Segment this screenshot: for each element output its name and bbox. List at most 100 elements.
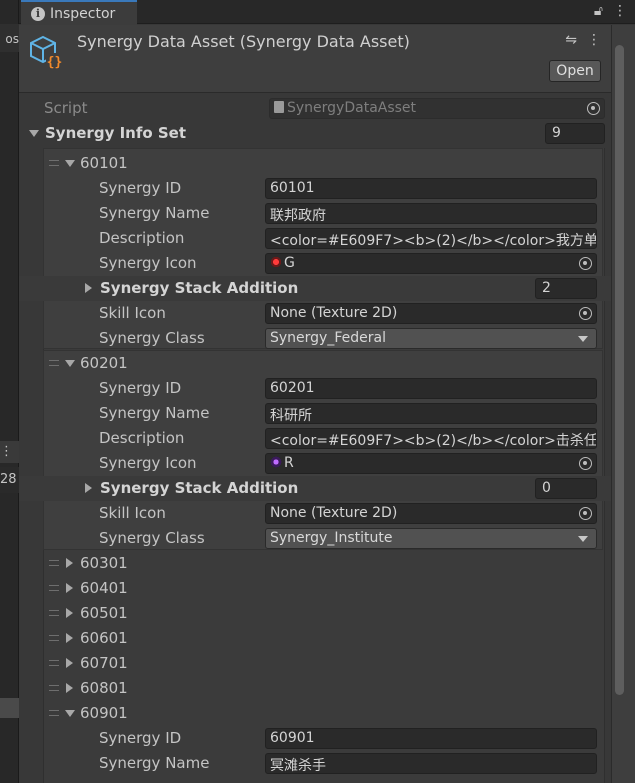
field-label: Skill Icon [99,504,166,522]
list-item[interactable]: 60401 [19,576,611,601]
element-key: 60901 [80,704,128,722]
script-field[interactable]: SynergyDataAsset [269,98,605,119]
field-label: Synergy Name [99,204,210,222]
field-label: Synergy Stack Addition [100,479,299,497]
field-row: Synergy Icon G [19,251,611,276]
drag-handle-icon[interactable] [49,160,59,166]
synergy-class-dropdown[interactable]: Synergy_Institute [265,528,597,549]
adjacent-window-number: 28 [0,467,19,493]
list-item[interactable]: 60601 [19,626,611,651]
object-picker-icon[interactable] [587,102,600,115]
lock-icon[interactable]: 🔓︎ [594,3,603,19]
field-row: Synergy Name 联邦政府 [19,201,611,226]
synergy-icon-field[interactable]: G [265,253,597,274]
object-picker-icon[interactable] [579,307,592,320]
field-row: Skill Icon None (Texture 2D) [19,301,611,326]
list-item[interactable]: 60801 [19,676,611,701]
field-label: Synergy Icon [99,454,197,472]
foldout-expanded-icon[interactable] [65,710,75,717]
list-item[interactable]: 60201 [19,351,611,376]
foldout-collapsed-icon[interactable] [66,583,73,593]
component-menu-icon[interactable]: ⋮ [587,32,601,48]
field-row: Skill Icon None (Texture 2D) [19,501,611,526]
element-key: 60801 [80,679,128,697]
element-key: 60201 [80,354,128,372]
drag-handle-icon[interactable] [49,585,59,591]
drag-handle-icon[interactable] [49,610,59,616]
synergy-name-field[interactable]: 科研所 [265,403,597,424]
object-picker-icon[interactable] [579,257,592,270]
drag-handle-icon[interactable] [49,710,59,716]
drag-handle-icon[interactable] [49,685,59,691]
drag-handle-icon[interactable] [49,660,59,666]
field-label: Synergy Stack Addition [100,279,299,297]
list-item[interactable]: 60301 [19,551,611,576]
field-label: Synergy Name [99,754,210,772]
field-label: Description [99,429,185,447]
synergy-id-field[interactable]: 60101 [265,178,597,199]
more-menu-icon[interactable]: ⋮ [613,3,627,19]
skill-icon-field[interactable]: None (Texture 2D) [265,303,597,324]
object-picker-icon[interactable] [579,507,592,520]
script-row: Script SynergyDataAsset [19,96,611,121]
foldout-expanded-icon[interactable] [29,130,39,137]
synergy-icon-field[interactable]: R [265,453,597,474]
foldout-collapsed-icon[interactable] [85,283,92,293]
info-set-label: Synergy Info Set [45,124,187,142]
element-key: 60301 [80,554,128,572]
foldout-collapsed-icon[interactable] [66,558,73,568]
info-set-row[interactable]: Synergy Info Set 9 [19,121,611,146]
foldout-expanded-icon[interactable] [65,360,75,367]
drag-handle-icon[interactable] [49,635,59,641]
field-row: Description <color=#E609F7><b>(2)</b></c… [19,426,611,451]
info-icon: i [31,6,45,21]
list-item[interactable]: 60901 [19,701,611,726]
stack-addition-field[interactable]: 2 [535,278,597,299]
scriptable-object-icon: {} [30,35,63,70]
synergy-name-field[interactable]: 联邦政府 [265,203,597,224]
tab-inspector[interactable]: i Inspector [21,0,137,25]
vertical-scrollbar[interactable] [611,25,635,783]
drag-handle-icon[interactable] [49,560,59,566]
synergy-class-dropdown[interactable]: Synergy_Federal [265,328,597,349]
foldout-collapsed-icon[interactable] [66,683,73,693]
chevron-down-icon [578,336,588,342]
field-row[interactable]: Synergy Stack Addition 0 [19,476,611,501]
field-row: Synergy Name 科研所 [19,401,611,426]
list-item[interactable]: 60101 [19,151,611,176]
foldout-collapsed-icon[interactable] [66,633,73,643]
foldout-expanded-icon[interactable] [65,160,75,167]
field-row: Synergy ID 60101 [19,176,611,201]
drag-handle-icon[interactable] [49,360,59,366]
adjacent-window-tab[interactable]: os [0,24,19,52]
description-field[interactable]: <color=#E609F7><b>(2)</b></color>我方单位 [265,228,597,249]
foldout-collapsed-icon[interactable] [85,483,92,493]
asset-title: Synergy Data Asset (Synergy Data Asset) [77,32,410,51]
scrollbar-thumb[interactable] [615,45,624,695]
adjacent-window-strip: os ⋮ 28 [0,0,19,783]
field-label: Description [99,229,185,247]
list-item[interactable]: 60501 [19,601,611,626]
description-field[interactable]: <color=#E609F7><b>(2)</b></color>击杀任意 [265,428,597,449]
synergy-id-field[interactable]: 60201 [265,378,597,399]
foldout-collapsed-icon[interactable] [66,608,73,618]
synergy-name-field[interactable]: 冥滩杀手 [265,753,597,774]
stack-addition-field[interactable]: 0 [535,478,597,499]
field-label: Synergy Class [99,529,205,547]
adjacent-window-menu-icon[interactable]: ⋮ [0,441,19,463]
synergy-icon-value: R [284,455,294,471]
script-value: SynergyDataAsset [287,100,417,116]
script-file-icon [274,101,284,113]
skill-icon-field[interactable]: None (Texture 2D) [265,503,597,524]
field-row[interactable]: Synergy Stack Addition 2 [19,276,611,301]
element-key: 60501 [80,604,128,622]
synergy-id-field[interactable]: 60901 [265,728,597,749]
foldout-collapsed-icon[interactable] [66,658,73,668]
settings-sliders-icon[interactable]: ⇋ [565,32,577,48]
skill-icon-value: None (Texture 2D) [270,305,398,321]
list-item[interactable]: 60701 [19,651,611,676]
skill-icon-value: None (Texture 2D) [270,505,398,521]
open-button[interactable]: Open [549,60,601,82]
info-set-size-field[interactable]: 9 [545,123,605,144]
object-picker-icon[interactable] [579,457,592,470]
